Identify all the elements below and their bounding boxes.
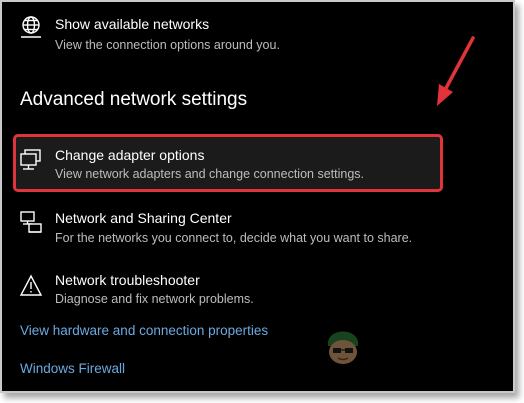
show-available-networks-title: Show available networks	[55, 16, 210, 32]
show-available-networks-desc: View the connection options around you.	[55, 38, 280, 52]
globe-network-icon	[19, 14, 45, 40]
change-adapter-options-title: Change adapter options	[55, 147, 205, 163]
network-troubleshooter-desc: Diagnose and fix network problems.	[55, 292, 254, 306]
monitor-adapter-icon	[18, 147, 44, 173]
change-adapter-options-item[interactable]: Change adapter options View network adap…	[2, 134, 442, 190]
red-arrow-annotation-icon	[427, 32, 479, 113]
windows-firewall-link[interactable]: Windows Firewall	[20, 361, 125, 376]
warning-triangle-icon	[18, 273, 44, 299]
advanced-network-settings-heading: Advanced network settings	[20, 89, 248, 110]
change-adapter-options-desc: View network adapters and change connect…	[55, 167, 364, 181]
settings-panel: Show available networks View the connect…	[0, 0, 515, 393]
network-troubleshooter-title: Network troubleshooter	[55, 272, 200, 288]
watermark-logo-icon	[320, 324, 366, 375]
sharing-center-icon	[18, 209, 44, 235]
network-sharing-center-item[interactable]: Network and Sharing Center For the netwo…	[2, 198, 513, 254]
network-sharing-center-title: Network and Sharing Center	[55, 210, 232, 226]
network-sharing-center-desc: For the networks you connect to, decide …	[55, 231, 413, 245]
network-troubleshooter-item[interactable]: Network troubleshooter Diagnose and fix …	[2, 262, 513, 316]
view-hardware-properties-link[interactable]: View hardware and connection properties	[20, 323, 268, 338]
